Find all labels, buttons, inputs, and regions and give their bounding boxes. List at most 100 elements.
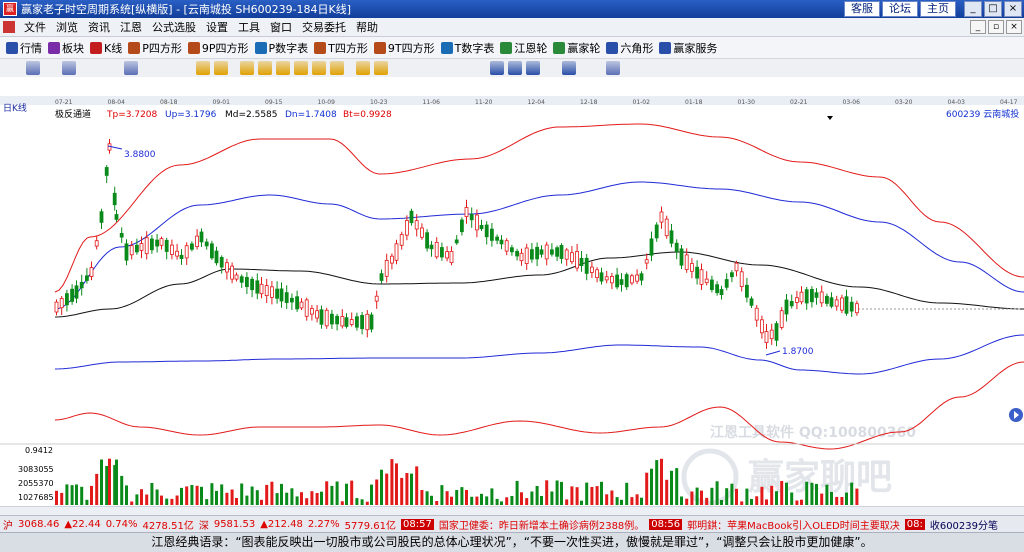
drawing-tool-17-icon[interactable] (330, 61, 344, 75)
toolbar-winner-wheel-button[interactable]: 赢家轮 (553, 40, 600, 56)
drawing-tool-11-icon[interactable] (214, 61, 228, 75)
candle (590, 266, 594, 273)
menu-trade[interactable]: 交易委托 (297, 19, 351, 35)
candle (619, 279, 624, 285)
drawing-tool-15-icon[interactable] (294, 61, 308, 75)
drawing-tool-4-icon[interactable] (80, 61, 94, 75)
link-kefu[interactable]: 客服 (844, 1, 880, 17)
grid-icon (6, 41, 18, 54)
volume-bar (430, 495, 433, 505)
drawing-tool-22-icon[interactable] (428, 61, 442, 75)
toolbar-p-square-button[interactable]: P四方形 (128, 40, 182, 56)
tick-data-link[interactable]: 收600239分笔 (930, 517, 998, 532)
drawing-tool-7-icon[interactable] (142, 61, 156, 75)
drawing-tool-9-icon[interactable] (178, 61, 192, 75)
mdi-close-button[interactable]: × (1006, 20, 1022, 34)
menu-browse[interactable]: 浏览 (51, 19, 83, 35)
volume-bar (260, 499, 263, 505)
candle (244, 276, 249, 287)
volume-bar (440, 485, 444, 505)
volume-bar (485, 496, 489, 505)
toolbar-candlestick-button[interactable]: K线 (90, 40, 122, 56)
title-bar: 赢 赢家老子时空周期系统[纵横版] - [云南城投 SH600239-184日K… (0, 0, 1024, 18)
drawing-tool-14-icon[interactable] (276, 61, 290, 75)
drawing-tool-24-icon[interactable] (472, 61, 486, 75)
menu-settings[interactable]: 设置 (201, 19, 233, 35)
menu-tools[interactable]: 工具 (233, 19, 265, 35)
drawing-tool-26-icon[interactable] (508, 61, 522, 75)
news2-text[interactable]: 郭明錤：苹果MacBook引入OLED时间主要取决 (687, 517, 900, 532)
mdi-minimize-button[interactable]: _ (970, 20, 986, 34)
menu-gann[interactable]: 江恩 (115, 19, 147, 35)
drawing-tool-30-icon[interactable] (588, 61, 602, 75)
drawing-tool-21-icon[interactable] (410, 61, 424, 75)
toolbar-t-table-button[interactable]: T数字表 (440, 40, 494, 56)
toolbar-9t-square-button[interactable]: 9T四方形 (373, 40, 435, 56)
menu-info[interactable]: 资讯 (83, 19, 115, 35)
sz-index-icon: 深 (198, 520, 209, 532)
toolbar-hexagon-button[interactable]: 六角形 (606, 40, 653, 56)
menu-file[interactable]: 文件 (19, 19, 51, 35)
toolbar-p-table-button[interactable]: P数字表 (254, 40, 308, 56)
volume-bar (630, 497, 634, 505)
volume-bar (845, 492, 848, 505)
window-controls: _ □ × (964, 1, 1022, 17)
volume-bar (320, 491, 323, 505)
drawing-tool-27-icon[interactable] (526, 61, 540, 75)
hexagon-icon (606, 41, 619, 54)
candle (524, 247, 529, 264)
drawing-tool-20-icon[interactable] (392, 61, 406, 75)
toolbar-9p-square-button[interactable]: 9P四方形 (187, 40, 249, 56)
kline-chart[interactable]: 07-21 08-04 08-18 09-01 09-15 10-09 10-23 11-06… (0, 77, 1024, 506)
volume-bar (405, 473, 409, 505)
drawing-tool-5-icon[interactable] (98, 61, 112, 75)
menu-help[interactable]: 帮助 (351, 19, 383, 35)
drawing-tool-0-icon[interactable] (8, 61, 22, 75)
drawing-tool-1-icon[interactable] (26, 61, 40, 75)
drawing-tool-18-icon[interactable] (356, 61, 370, 75)
maximize-button[interactable]: □ (984, 1, 1002, 17)
drawing-tool-19-icon[interactable] (374, 61, 388, 75)
close-button[interactable]: × (1004, 1, 1022, 17)
drawing-tool-28-icon[interactable] (544, 61, 558, 75)
drawing-tool-25-icon[interactable] (490, 61, 504, 75)
volume-bar (585, 482, 589, 505)
drawing-tool-2-icon[interactable] (44, 61, 58, 75)
drawing-tool-29-icon[interactable] (562, 61, 576, 75)
drawing-tool-12-icon[interactable] (240, 61, 254, 75)
news1-text[interactable]: 国家卫健委：昨日新增本土确诊病例2388例。 (439, 517, 644, 532)
volume-bar (550, 491, 554, 505)
drawing-tool-23-icon[interactable] (446, 61, 460, 75)
drawing-tool-13-icon[interactable] (258, 61, 272, 75)
volume-bar (785, 482, 788, 505)
link-forum[interactable]: 论坛 (882, 1, 918, 17)
link-home[interactable]: 主页 (920, 1, 956, 17)
menu-formula[interactable]: 公式选股 (147, 19, 201, 35)
toolbar-grid-button[interactable]: 行情 (6, 40, 42, 56)
candle (219, 256, 224, 268)
volume-axis-3: 1027685 (18, 493, 54, 502)
toolbar-gann-wheel-button[interactable]: 江恩轮 (500, 40, 547, 56)
volume-bar (570, 486, 574, 505)
toolbar-t-square-button[interactable]: T四方形 (314, 40, 368, 56)
volume-bar (205, 499, 209, 505)
menu-window[interactable]: 窗口 (265, 19, 297, 35)
toolbar-service-button[interactable]: 赢家服务 (659, 40, 717, 56)
mdi-restore-button[interactable]: ▫ (988, 20, 1004, 34)
drawing-tool-31-icon[interactable] (606, 61, 620, 75)
volume-bar (80, 486, 84, 505)
minimize-button[interactable]: _ (964, 1, 982, 17)
drawing-tool-8-icon[interactable] (160, 61, 174, 75)
toolbar-blocks-button[interactable]: 板块 (48, 40, 84, 56)
drawing-tool-3-icon[interactable] (62, 61, 76, 75)
drawing-tool-6-icon[interactable] (124, 61, 138, 75)
candle (464, 207, 469, 218)
volume-bar (500, 501, 503, 505)
drawing-tool-10-icon[interactable] (196, 61, 210, 75)
candle (409, 210, 414, 224)
candle (610, 275, 614, 284)
candle (819, 291, 824, 304)
candle (374, 295, 379, 302)
drawing-tool-16-icon[interactable] (312, 61, 326, 75)
candle (299, 301, 304, 309)
